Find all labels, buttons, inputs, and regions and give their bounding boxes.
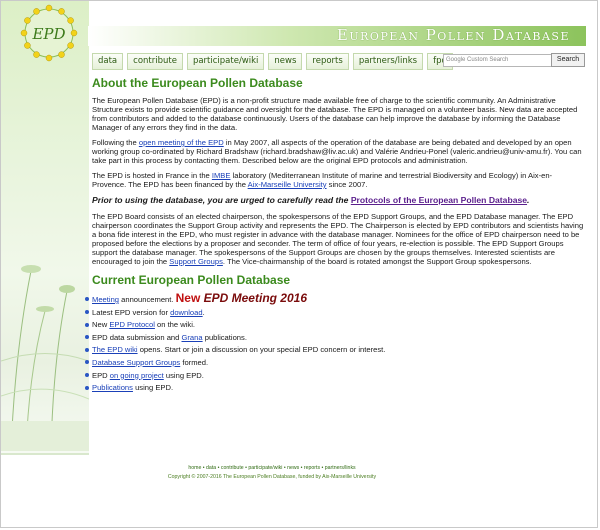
list-item: Publications using EPD. (85, 383, 586, 393)
search-input[interactable]: Google Custom Search (443, 54, 552, 67)
plant-illustration-icon (1, 265, 89, 451)
text: . (202, 307, 205, 317)
list-item: EPD on going project using EPD. (85, 370, 586, 380)
text: . The Vice-chairmanship of the board is … (222, 257, 532, 266)
nav-tab-news[interactable]: news (268, 53, 303, 70)
meeting-title: EPD Meeting 2016 (200, 291, 308, 305)
nav-tab-data[interactable]: data (92, 53, 124, 70)
about-paragraph-3: The EPD is hosted in France in the IMBE … (92, 171, 586, 189)
footer: home • data • contribute • participate/w… (92, 465, 452, 480)
nav-tab-reports[interactable]: reports (306, 53, 349, 70)
open-meeting-link[interactable]: open meeting of the EPD (139, 138, 224, 147)
support-groups-link[interactable]: Support Groups (169, 257, 223, 266)
about-heading: About the European Pollen Database (92, 76, 303, 90)
download-link[interactable]: download (170, 308, 203, 317)
text: New (92, 320, 110, 330)
footer-link-reports[interactable]: reports (304, 465, 320, 471)
about-paragraph-1: The European Pollen Database (EPD) is a … (92, 96, 578, 132)
support-groups-list-link[interactable]: Database Support Groups (92, 358, 180, 367)
epd-wiki-link[interactable]: The EPD wiki (92, 345, 138, 354)
text: opens. Start or join a discussion on you… (137, 345, 386, 355)
footer-link-partners-links[interactable]: partners/links (325, 465, 356, 471)
text: using EPD. (132, 383, 174, 393)
logo-text: EPD (31, 25, 65, 43)
new-badge: New (175, 291, 201, 305)
search-button[interactable]: Search (551, 53, 585, 67)
list-item: Meeting announcement. New EPD Meeting 20… (85, 291, 586, 305)
copyright-text: Copyright © 2007-2016 The European Polle… (167, 474, 377, 480)
text: formed. (180, 357, 209, 367)
imbe-link[interactable]: IMBE (212, 171, 231, 180)
main-content: About the European Pollen Database The E… (85, 76, 586, 396)
text: on the wiki. (154, 320, 196, 330)
list-item: New EPD Protocol on the wiki. (85, 320, 586, 330)
text: Prior to using the database, you are urg… (92, 195, 351, 205)
ongoing-project-link[interactable]: on going project (110, 371, 164, 380)
text: The EPD is hosted in France in the (92, 171, 212, 180)
protocols-notice: Prior to using the database, you are urg… (92, 195, 586, 206)
main-nav: data contribute participate/wiki news re… (92, 53, 453, 70)
footer-link-news[interactable]: news (287, 465, 299, 471)
text: Following the (92, 138, 139, 147)
board-paragraph: The EPD Board consists of an elected cha… (92, 212, 586, 266)
text: EPD data submission and (92, 332, 182, 342)
text: announcement. (119, 295, 176, 304)
nav-tab-participate-wiki[interactable]: participate/wiki (186, 53, 265, 70)
footer-link-data[interactable]: data (206, 465, 216, 471)
decorative-sidebar (1, 1, 89, 453)
epd-protocol-link[interactable]: EPD Protocol (109, 320, 155, 329)
current-heading: Current European Pollen Database (92, 273, 291, 287)
about-paragraph-2: Following the open meeting of the EPD in… (92, 138, 586, 165)
aix-marseille-link[interactable]: Aix-Marseille University (248, 180, 327, 189)
text: Latest EPD version for (92, 307, 171, 317)
nav-tab-contribute[interactable]: contribute (127, 53, 183, 70)
footer-link-home[interactable]: home (188, 465, 201, 471)
site-title: European Pollen Database (336, 26, 570, 44)
epd-logo-icon[interactable]: EPD (18, 2, 80, 64)
sidebar-bottom (1, 453, 89, 455)
publications-link[interactable]: Publications (92, 383, 133, 392)
list-item: Latest EPD version for download. (85, 307, 586, 317)
list-item: Database Support Groups formed. (85, 357, 586, 367)
grana-link[interactable]: Grana (182, 333, 203, 342)
text: since 2007. (326, 180, 368, 189)
footer-links: home • data • contribute • participate/w… (188, 465, 356, 471)
text: using EPD. (163, 370, 204, 380)
protocols-link[interactable]: Protocols of the European Pollen Databas… (351, 195, 527, 205)
news-list: Meeting announcement. New EPD Meeting 20… (85, 291, 586, 393)
list-item: EPD data submission and Grana publicatio… (85, 332, 586, 342)
footer-link-participate-wiki[interactable]: participate/wiki (248, 465, 282, 471)
text: . (527, 195, 530, 205)
text: EPD (92, 370, 110, 380)
nav-tab-partners-links[interactable]: partners/links (352, 53, 424, 70)
text: publications. (202, 332, 247, 342)
footer-link-contribute[interactable]: contribute (221, 465, 244, 471)
list-item: The EPD wiki opens. Start or join a disc… (85, 345, 586, 355)
meeting-link[interactable]: Meeting (92, 295, 119, 304)
